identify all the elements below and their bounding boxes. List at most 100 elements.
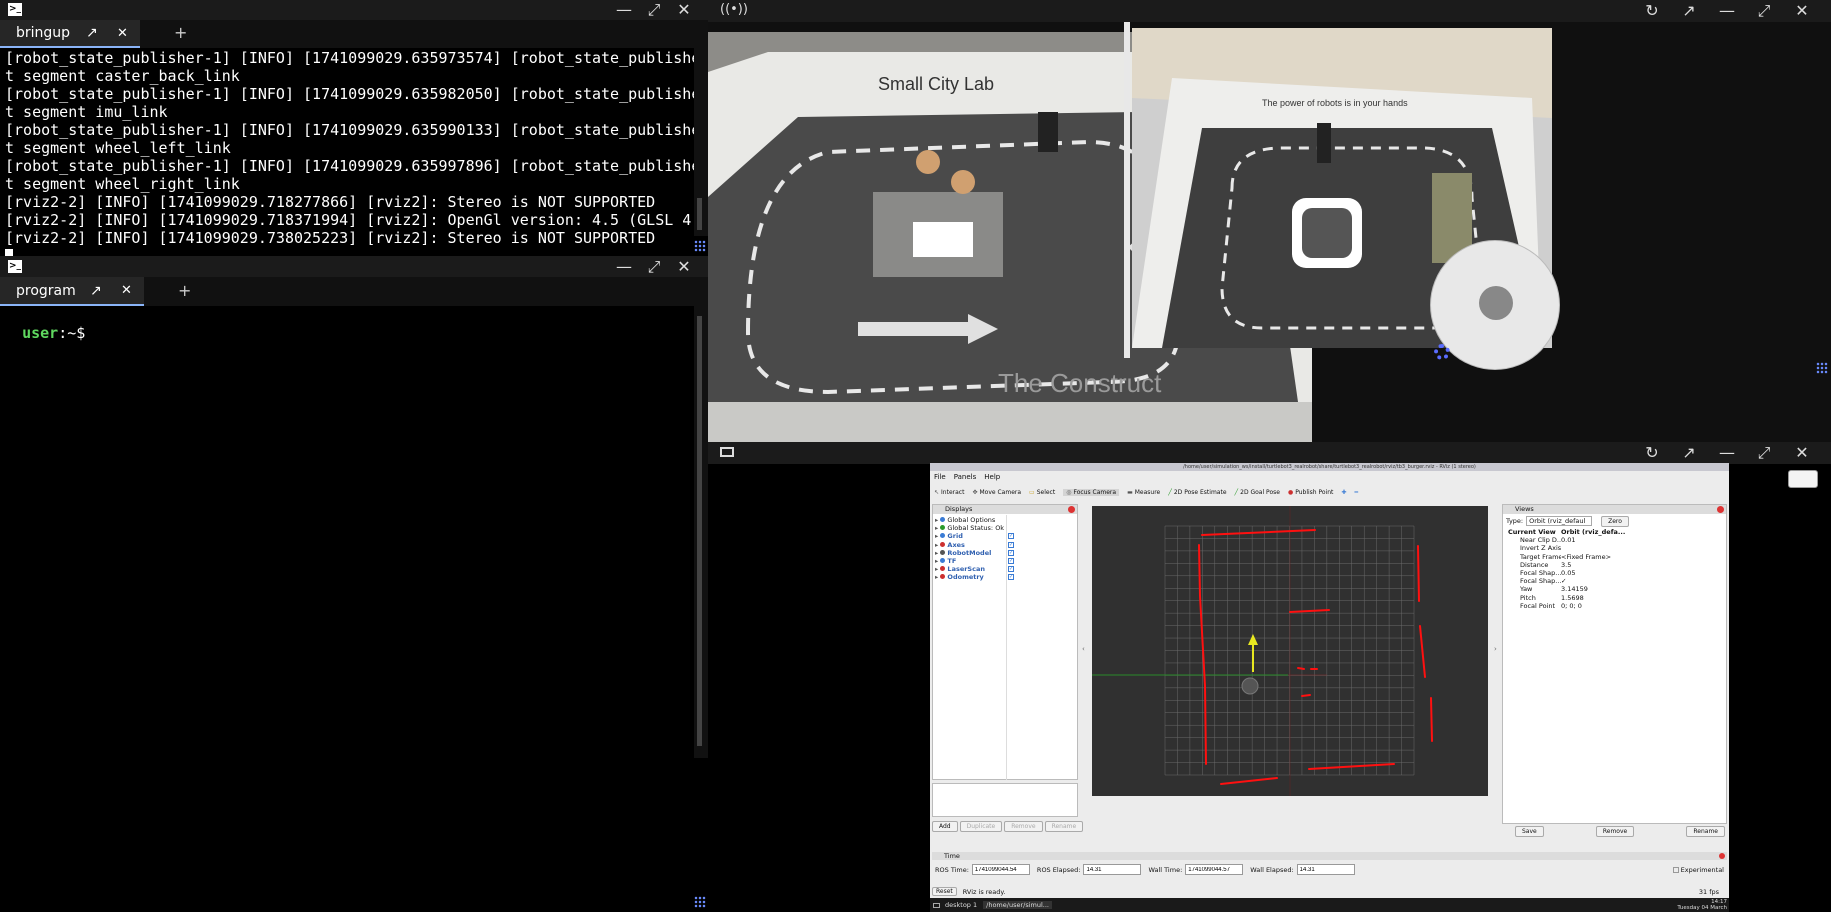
display-checkbox[interactable]: ✓ xyxy=(1008,533,1014,540)
menu-help[interactable]: Help xyxy=(984,472,1000,483)
view-property-row[interactable]: Target Frame <Fixed Frame> xyxy=(1506,553,1726,561)
view-property-row[interactable]: Pitch 1.5698 xyxy=(1506,594,1726,602)
wall-time-field[interactable] xyxy=(1185,864,1244,875)
wall-time-label: Wall Time: xyxy=(1148,865,1183,874)
resize-grip-icon[interactable] xyxy=(1816,362,1828,374)
tab-close-icon[interactable]: ✕ xyxy=(121,283,132,298)
popout-icon[interactable]: ↗ xyxy=(86,25,98,41)
desktop-label[interactable]: desktop 1 xyxy=(945,901,977,909)
tool-move-camera[interactable]: ✥ Move Camera xyxy=(972,489,1021,496)
minimize-icon[interactable]: — xyxy=(1713,0,1741,23)
resize-grip-icon[interactable] xyxy=(694,240,706,252)
popout-icon[interactable]: ↗ xyxy=(1675,0,1703,23)
maximize-icon[interactable]: ⤢ xyxy=(1750,441,1778,465)
view-property-row[interactable]: Distance 3.5 xyxy=(1506,561,1726,569)
joystick-knob[interactable] xyxy=(1479,286,1513,320)
view-property-row[interactable]: Near Clip D... 0.01 xyxy=(1506,536,1726,544)
views-save-button[interactable]: Save xyxy=(1515,826,1544,837)
popout-icon[interactable]: ↗ xyxy=(90,283,102,299)
views-remove-button[interactable]: Remove xyxy=(1595,826,1635,837)
panel-close-icon[interactable] xyxy=(1068,506,1075,513)
duplicate-display-button[interactable]: Duplicate xyxy=(959,821,1003,832)
display-checkbox[interactable]: ✓ xyxy=(1008,566,1014,573)
tool-interact[interactable]: ↖ Interact xyxy=(934,489,964,496)
tool-select[interactable]: ▭ Select xyxy=(1029,489,1055,496)
rename-display-button[interactable]: Rename xyxy=(1044,821,1084,832)
tab-close-icon[interactable]: ✕ xyxy=(117,26,128,41)
settings-gear-icon[interactable] xyxy=(1434,344,1450,360)
view-property-row[interactable]: Focal Shap... ✓ xyxy=(1506,577,1726,585)
expand-arrow-icon[interactable]: ▸ xyxy=(935,541,938,549)
add-tab-icon[interactable]: + xyxy=(174,23,187,42)
tool-focus-camera[interactable]: ◎ Focus Camera xyxy=(1063,488,1120,496)
close-icon[interactable]: ✕ xyxy=(1788,0,1816,23)
view-property-row[interactable]: Focal Shap... 0.05 xyxy=(1506,569,1726,577)
expand-arrow-icon[interactable]: ▸ xyxy=(935,516,938,524)
menu-panels[interactable]: Panels xyxy=(954,472,977,483)
close-icon[interactable]: ✕ xyxy=(670,0,698,22)
camera-panel: Small City Lab The Construct The power o… xyxy=(708,22,1831,442)
popout-icon[interactable]: ↗ xyxy=(1675,441,1703,465)
term1-output[interactable]: [robot_state_publisher-1] [INFO] [174109… xyxy=(0,48,694,256)
expand-arrow-icon[interactable]: ▸ xyxy=(935,532,938,540)
remove-display-button[interactable]: Remove xyxy=(1004,821,1043,832)
terminal-line: [robot_state_publisher-1] [INFO] [174109… xyxy=(5,49,694,67)
add-display-button[interactable]: Add xyxy=(932,821,958,832)
display-checkbox[interactable]: ✓ xyxy=(1008,574,1014,581)
expand-arrow-icon[interactable]: ▸ xyxy=(935,573,938,581)
view-property-row[interactable]: Current View Orbit (rviz_defa... xyxy=(1506,528,1726,536)
menu-file[interactable]: File xyxy=(934,472,946,483)
status-text: RViz is ready. xyxy=(962,887,1006,896)
refresh-icon[interactable]: ↻ xyxy=(1638,0,1666,23)
tool-measure[interactable]: ▬ Measure xyxy=(1127,489,1160,496)
expand-arrow-icon[interactable]: ▸ xyxy=(935,565,938,573)
expand-arrow-icon[interactable]: ▸ xyxy=(935,549,938,557)
view-property-row[interactable]: Yaw 3.14159 xyxy=(1506,585,1726,593)
maximize-icon[interactable]: ⤢ xyxy=(1750,0,1778,23)
maximize-icon[interactable]: ⤢ xyxy=(640,0,668,22)
ros-time-field[interactable] xyxy=(971,864,1030,875)
taskbar-window[interactable]: /home/user/simul... xyxy=(983,901,1052,909)
time-panel: Time ROS Time: ROS Elapsed: Wall Time: W… xyxy=(932,852,1727,884)
expand-arrow-icon[interactable]: ▸ xyxy=(935,524,938,532)
collapse-left-icon[interactable]: ‹ xyxy=(1082,645,1085,653)
view-property-row[interactable]: Focal Point 0; 0; 0 xyxy=(1506,602,1726,610)
add-tab-icon[interactable]: + xyxy=(178,281,191,300)
term2-scrollbar[interactable] xyxy=(694,306,708,758)
vnc-settings-icon[interactable] xyxy=(1788,470,1818,488)
tool-2d-pose-estimate[interactable]: ╱ 2D Pose Estimate xyxy=(1168,489,1226,496)
display-checkbox[interactable]: ✓ xyxy=(1008,549,1014,556)
views-zero-button[interactable]: Zero xyxy=(1601,515,1629,527)
render-view[interactable] xyxy=(1092,506,1488,796)
resize-grip-icon[interactable] xyxy=(694,896,706,908)
view-property-row[interactable]: Invert Z Axis xyxy=(1506,544,1726,552)
display-checkbox[interactable]: ✓ xyxy=(1008,557,1014,564)
minimize-icon[interactable]: — xyxy=(610,0,638,22)
refresh-icon[interactable]: ↻ xyxy=(1638,441,1666,465)
wall-elapsed-field[interactable] xyxy=(1296,864,1355,875)
ros-elapsed-field[interactable] xyxy=(1083,864,1142,875)
tab-bringup[interactable]: bringup ↗ ✕ xyxy=(0,20,140,48)
minimize-icon[interactable]: — xyxy=(610,255,638,279)
expand-arrow-icon[interactable]: ▸ xyxy=(935,557,938,565)
tool-remove-icon[interactable]: ━ xyxy=(1354,489,1358,496)
close-icon[interactable]: ✕ xyxy=(670,255,698,279)
maximize-icon[interactable]: ⤢ xyxy=(640,255,668,279)
minimize-icon[interactable]: — xyxy=(1713,441,1741,465)
collapse-right-icon[interactable]: › xyxy=(1494,645,1497,653)
term1-scrollbar[interactable] xyxy=(694,48,708,236)
tool-publish-point[interactable]: ● Publish Point xyxy=(1288,489,1333,496)
tool-add-icon[interactable]: ✚ xyxy=(1341,489,1346,496)
display-name: Odometry xyxy=(947,573,984,582)
experimental-checkbox[interactable]: Experimental xyxy=(1672,866,1724,874)
close-icon[interactable]: ✕ xyxy=(1788,441,1816,465)
display-checkbox[interactable]: ✓ xyxy=(1008,541,1014,548)
panel-close-icon[interactable] xyxy=(1719,853,1725,859)
tab-program[interactable]: program ↗ ✕ xyxy=(0,277,144,306)
reset-button[interactable]: Reset xyxy=(932,887,957,896)
term2-output[interactable]: user:~$ xyxy=(0,306,694,758)
views-type-select[interactable]: Orbit (rviz_defaul xyxy=(1526,516,1593,526)
panel-close-icon[interactable] xyxy=(1717,506,1724,513)
views-rename-button[interactable]: Rename xyxy=(1686,826,1725,837)
tool-2d-goal-pose[interactable]: ╱ 2D Goal Pose xyxy=(1235,489,1280,496)
